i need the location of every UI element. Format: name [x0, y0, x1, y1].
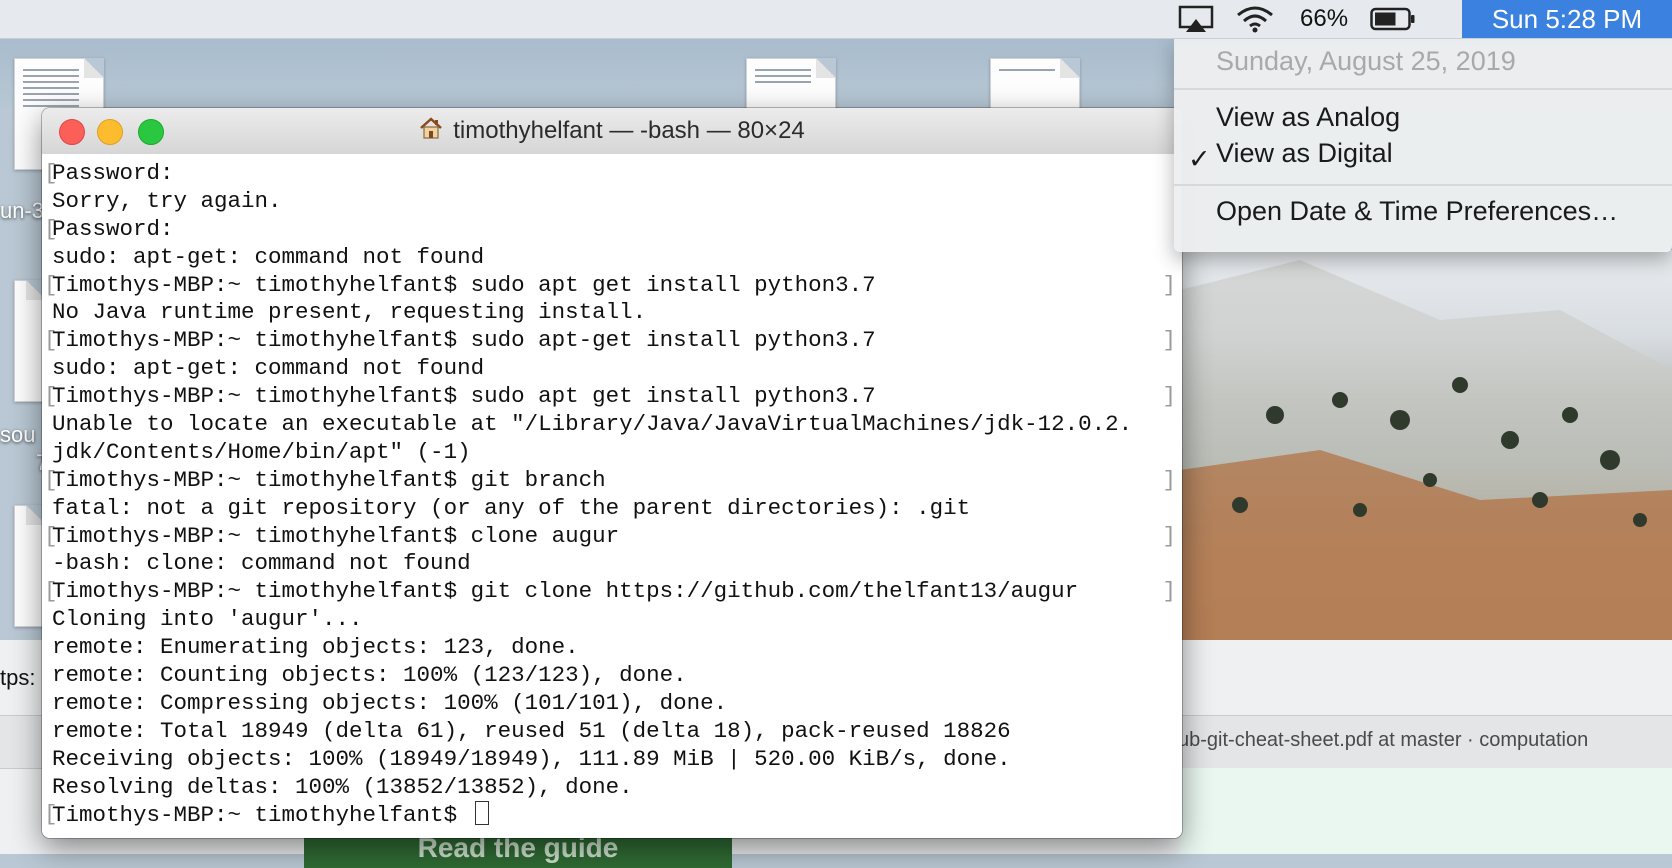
airplay-icon[interactable] — [1178, 0, 1216, 38]
menu-separator — [1174, 184, 1672, 186]
terminal-line: sudo: apt-get: command not found — [52, 244, 1162, 272]
battery-icon[interactable] — [1370, 0, 1418, 38]
desktop-document-icon[interactable] — [746, 58, 836, 112]
terminal-line-text: Timothys-MBP:~ timothyhelfant$ git branc… — [52, 466, 606, 493]
terminal-line: Timothys-MBP:~ timothyhelfant$ sudo apt … — [44, 271, 1176, 300]
terminal-mark-bracket: ] — [1162, 383, 1176, 410]
terminal-line-text: Resolving deltas: 100% (13852/13852), do… — [52, 773, 633, 800]
terminal-line-text: Timothys-MBP:~ timothyhelfant$ sudo apt-… — [52, 327, 876, 354]
menu-separator — [1174, 88, 1672, 90]
terminal-line: Resolving deltas: 100% (13852/13852), do… — [52, 774, 1162, 802]
menu-date-label: Sunday, August 25, 2019 — [1216, 46, 1516, 76]
terminal-line: remote: Compressing objects: 100% (101/1… — [52, 690, 1162, 718]
terminal-mark-bracket: ] — [1162, 466, 1176, 493]
terminal-line-text: Timothys-MBP:~ timothyhelfant$ — [52, 802, 471, 829]
terminal-mark-bracket: [ — [44, 271, 58, 298]
menu-item-open-date-time-preferences[interactable]: Open Date & Time Preferences… — [1216, 196, 1618, 227]
terminal-cursor — [474, 801, 489, 826]
terminal-line: Cloning into 'augur'... — [52, 606, 1162, 634]
terminal-mark-bracket: [ — [44, 801, 58, 828]
terminal-line: jdk/Contents/Home/bin/apt" (-1) — [52, 439, 1162, 467]
terminal-line: remote: Enumerating objects: 123, done. — [52, 634, 1162, 662]
terminal-line-text: Timothys-MBP:~ timothyhelfant$ sudo apt … — [52, 383, 876, 410]
terminal-line: Timothys-MBP:~ timothyhelfant$ git clone… — [44, 578, 1176, 606]
terminal-line-text: Cloning into 'augur'... — [52, 606, 363, 633]
terminal-line: No Java runtime present, requesting inst… — [52, 299, 1162, 327]
terminal-line-text: remote: Compressing objects: 100% (101/1… — [52, 689, 728, 716]
desktop-document-icon[interactable] — [990, 58, 1080, 112]
terminal-line-text: Timothys-MBP:~ timothyhelfant$ sudo apt … — [52, 271, 876, 298]
menubar-clock[interactable]: Sun 5:28 PM — [1462, 0, 1672, 38]
terminal-line-text: Receiving objects: 100% (18949/18949), 1… — [52, 745, 1011, 772]
terminal-line-text: Timothys-MBP:~ timothyhelfant$ git clone… — [52, 578, 1079, 605]
terminal-mark-bracket: ] — [1162, 578, 1176, 605]
terminal-mark-bracket: ] — [1162, 522, 1176, 549]
home-icon — [419, 116, 443, 147]
terminal-mark-bracket: [ — [44, 578, 58, 605]
menu-item-view-as-digital[interactable]: View as Digital — [1216, 138, 1393, 169]
terminal-line: Unable to locate an executable at "/Libr… — [52, 411, 1162, 439]
terminal-line-text: -bash: clone: command not found — [52, 550, 471, 577]
terminal-line: sudo: apt-get: command not found — [52, 355, 1162, 383]
checkmark-icon: ✓ — [1188, 144, 1211, 174]
terminal-line-text: remote: Total 18949 (delta 61), reused 5… — [52, 717, 1011, 744]
terminal-line-text: Unable to locate an executable at "/Libr… — [52, 411, 1133, 438]
terminal-output[interactable]: Password:[Sorry, try again. Password:[sud… — [44, 160, 1176, 829]
terminal-line: remote: Counting objects: 100% (123/123)… — [52, 662, 1162, 690]
battery-percent[interactable]: 66% — [1300, 0, 1348, 38]
terminal-line: fatal: not a git repository (or any of t… — [52, 495, 1162, 523]
terminal-line: remote: Total 18949 (delta 61), reused 5… — [52, 718, 1162, 746]
terminal-title-text: timothyhelfant — -bash — 80×24 — [453, 117, 805, 144]
terminal-title: timothyhelfant — -bash — 80×24 — [42, 108, 1182, 154]
terminal-line-text: sudo: apt-get: command not found — [52, 243, 485, 270]
terminal-mark-bracket: [ — [44, 215, 58, 242]
terminal-line-text: jdk/Contents/Home/bin/apt" (-1) — [52, 438, 471, 465]
terminal-line-text: remote: Counting objects: 100% (123/123)… — [52, 662, 687, 689]
terminal-line-text: sudo: apt-get: command not found — [52, 355, 485, 382]
terminal-line-text: Password: — [52, 160, 174, 186]
desktop-file-label: un-3 — [0, 198, 45, 223]
clock-dropdown-menu: Sunday, August 25, 2019 View as Analog ✓… — [1174, 38, 1672, 252]
terminal-mark-bracket: [ — [44, 160, 58, 186]
terminal-line: Timothys-MBP:~ timothyhelfant$ [ — [44, 801, 1162, 829]
terminal-mark-bracket: [ — [44, 383, 58, 410]
terminal-line: Password:[ — [44, 160, 1162, 188]
terminal-line: Password:[ — [44, 215, 1162, 244]
terminal-line: Receiving objects: 100% (18949/18949), 1… — [52, 746, 1162, 774]
terminal-mark-bracket: [ — [44, 327, 58, 354]
terminal-titlebar[interactable]: timothyhelfant — -bash — 80×24 — [42, 108, 1182, 155]
wifi-icon[interactable] — [1236, 0, 1276, 38]
terminal-mark-bracket: ] — [1162, 271, 1176, 298]
menu-bar: 66% Sun 5:28 PM — [0, 0, 1672, 39]
menu-item-view-as-analog[interactable]: View as Analog — [1216, 102, 1400, 133]
terminal-line-text: Timothys-MBP:~ timothyhelfant$ clone aug… — [52, 522, 620, 549]
webpage-background — [1180, 768, 1672, 854]
wallpaper-mountain-image — [1180, 250, 1672, 640]
terminal-line: Sorry, try again. — [52, 188, 1162, 216]
terminal-mark-bracket: [ — [44, 522, 58, 549]
terminal-line-text: No Java runtime present, requesting inst… — [52, 299, 647, 326]
terminal-mark-bracket: [ — [44, 466, 58, 493]
terminal-line: -bash: clone: command not found — [52, 550, 1162, 578]
terminal-line: Timothys-MBP:~ timothyhelfant$ clone aug… — [44, 522, 1176, 551]
terminal-line-text: Password: — [52, 215, 174, 242]
terminal-content[interactable]: Password:[Sorry, try again. Password:[sud… — [42, 154, 1182, 838]
terminal-window[interactable]: timothyhelfant — -bash — 80×24 Password:… — [42, 108, 1182, 838]
browser-url-fragment: tps: — [0, 665, 36, 690]
terminal-line: Timothys-MBP:~ timothyhelfant$ sudo apt-… — [44, 327, 1176, 355]
terminal-line-text: fatal: not a git repository (or any of t… — [52, 494, 971, 521]
terminal-mark-bracket: ] — [1162, 327, 1176, 354]
browser-tab-title: ub-git-cheat-sheet.pdf at master · compu… — [1178, 729, 1589, 751]
terminal-line: Timothys-MBP:~ timothyhelfant$ sudo apt … — [44, 383, 1176, 411]
terminal-line-text: remote: Enumerating objects: 123, done. — [52, 634, 579, 661]
terminal-line-text: Sorry, try again. — [52, 187, 282, 214]
terminal-line: Timothys-MBP:~ timothyhelfant$ git branc… — [44, 466, 1176, 495]
desktop-file-label: sou — [0, 422, 36, 447]
